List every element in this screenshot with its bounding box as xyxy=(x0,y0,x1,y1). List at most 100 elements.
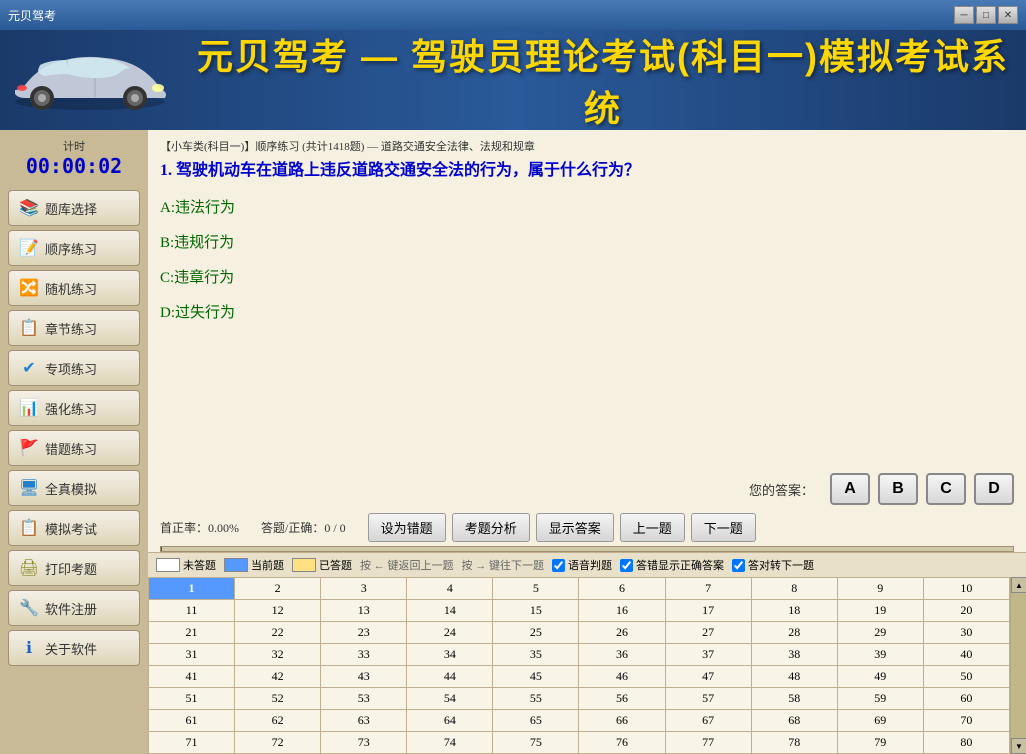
grid-cell-49[interactable]: 49 xyxy=(837,666,923,688)
voice-judge-check[interactable]: 语音判题 xyxy=(552,557,612,573)
answer-btn-a[interactable]: A xyxy=(830,473,870,505)
grid-cell-21[interactable]: 21 xyxy=(149,622,235,644)
tiku-button[interactable]: 📚 题库选择 xyxy=(8,190,140,226)
grid-cell-17[interactable]: 17 xyxy=(665,600,751,622)
answer-btn-c[interactable]: C xyxy=(926,473,966,505)
grid-cell-3[interactable]: 3 xyxy=(321,578,407,600)
grid-cell-5[interactable]: 5 xyxy=(493,578,579,600)
zhanjie-button[interactable]: 📋 章节练习 xyxy=(8,310,140,346)
grid-cell-29[interactable]: 29 xyxy=(837,622,923,644)
grid-cell-25[interactable]: 25 xyxy=(493,622,579,644)
grid-cell-75[interactable]: 75 xyxy=(493,732,579,754)
grid-cell-23[interactable]: 23 xyxy=(321,622,407,644)
show-answer-button[interactable]: 显示答案 xyxy=(536,513,614,542)
grid-cell-60[interactable]: 60 xyxy=(923,688,1009,710)
grid-cell-79[interactable]: 79 xyxy=(837,732,923,754)
grid-cell-66[interactable]: 66 xyxy=(579,710,665,732)
grid-cell-2[interactable]: 2 xyxy=(235,578,321,600)
grid-cell-45[interactable]: 45 xyxy=(493,666,579,688)
grid-cell-30[interactable]: 30 xyxy=(923,622,1009,644)
grid-cell-18[interactable]: 18 xyxy=(751,600,837,622)
grid-cell-67[interactable]: 67 xyxy=(665,710,751,732)
scroll-up-arrow[interactable]: ▲ xyxy=(1011,577,1026,593)
auto-next-checkbox[interactable] xyxy=(732,559,745,572)
voice-judge-checkbox[interactable] xyxy=(552,559,565,572)
grid-cell-56[interactable]: 56 xyxy=(579,688,665,710)
show-correct-checkbox[interactable] xyxy=(620,559,633,572)
set-error-button[interactable]: 设为错题 xyxy=(368,513,446,542)
grid-cell-47[interactable]: 47 xyxy=(665,666,751,688)
grid-cell-54[interactable]: 54 xyxy=(407,688,493,710)
auto-next-check[interactable]: 答对转下一题 xyxy=(732,557,814,573)
answer-btn-b[interactable]: B xyxy=(878,473,918,505)
grid-cell-22[interactable]: 22 xyxy=(235,622,321,644)
grid-cell-1[interactable]: 1 xyxy=(149,578,235,600)
next-question-button[interactable]: 下一题 xyxy=(691,513,756,542)
grid-cell-78[interactable]: 78 xyxy=(751,732,837,754)
suiji-button[interactable]: 🔀 随机练习 xyxy=(8,270,140,306)
grid-cell-70[interactable]: 70 xyxy=(923,710,1009,732)
grid-cell-52[interactable]: 52 xyxy=(235,688,321,710)
grid-cell-73[interactable]: 73 xyxy=(321,732,407,754)
grid-cell-8[interactable]: 8 xyxy=(751,578,837,600)
grid-cell-48[interactable]: 48 xyxy=(751,666,837,688)
grid-cell-58[interactable]: 58 xyxy=(751,688,837,710)
quantzhen-button[interactable]: 🖥 全真模拟 xyxy=(8,470,140,506)
zhuce-button[interactable]: 🔧 软件注册 xyxy=(8,590,140,626)
grid-cell-4[interactable]: 4 xyxy=(407,578,493,600)
grid-cell-42[interactable]: 42 xyxy=(235,666,321,688)
grid-cell-71[interactable]: 71 xyxy=(149,732,235,754)
grid-cell-40[interactable]: 40 xyxy=(923,644,1009,666)
grid-cell-32[interactable]: 32 xyxy=(235,644,321,666)
grid-cell-68[interactable]: 68 xyxy=(751,710,837,732)
grid-cell-64[interactable]: 64 xyxy=(407,710,493,732)
grid-cell-44[interactable]: 44 xyxy=(407,666,493,688)
grid-cell-61[interactable]: 61 xyxy=(149,710,235,732)
show-correct-check[interactable]: 答错显示正确答案 xyxy=(620,557,724,573)
grid-cell-14[interactable]: 14 xyxy=(407,600,493,622)
grid-cell-62[interactable]: 62 xyxy=(235,710,321,732)
grid-cell-13[interactable]: 13 xyxy=(321,600,407,622)
close-button[interactable]: ✕ xyxy=(998,6,1018,24)
grid-cell-10[interactable]: 10 xyxy=(923,578,1009,600)
option-b[interactable]: B:违规行为 xyxy=(160,229,1014,254)
grid-cell-59[interactable]: 59 xyxy=(837,688,923,710)
grid-cell-80[interactable]: 80 xyxy=(923,732,1009,754)
grid-cell-9[interactable]: 9 xyxy=(837,578,923,600)
grid-cell-6[interactable]: 6 xyxy=(579,578,665,600)
grid-cell-69[interactable]: 69 xyxy=(837,710,923,732)
grid-cell-53[interactable]: 53 xyxy=(321,688,407,710)
grid-cell-36[interactable]: 36 xyxy=(579,644,665,666)
analyze-button[interactable]: 考题分析 xyxy=(452,513,530,542)
zhuanxiang-button[interactable]: ✔ 专项练习 xyxy=(8,350,140,386)
grid-cell-33[interactable]: 33 xyxy=(321,644,407,666)
grid-cell-57[interactable]: 57 xyxy=(665,688,751,710)
answer-btn-d[interactable]: D xyxy=(974,473,1014,505)
option-a[interactable]: A:违法行为 xyxy=(160,194,1014,219)
grid-cell-74[interactable]: 74 xyxy=(407,732,493,754)
about-button[interactable]: ℹ 关于软件 xyxy=(8,630,140,666)
grid-cell-16[interactable]: 16 xyxy=(579,600,665,622)
grid-cell-39[interactable]: 39 xyxy=(837,644,923,666)
grid-cell-46[interactable]: 46 xyxy=(579,666,665,688)
grid-cell-7[interactable]: 7 xyxy=(665,578,751,600)
qianghua-button[interactable]: 📊 强化练习 xyxy=(8,390,140,426)
grid-cell-77[interactable]: 77 xyxy=(665,732,751,754)
grid-cell-63[interactable]: 63 xyxy=(321,710,407,732)
grid-cell-19[interactable]: 19 xyxy=(837,600,923,622)
grid-cell-76[interactable]: 76 xyxy=(579,732,665,754)
cuoti-button[interactable]: 🚩 错题练习 xyxy=(8,430,140,466)
grid-cell-34[interactable]: 34 xyxy=(407,644,493,666)
option-d[interactable]: D:过失行为 xyxy=(160,299,1014,324)
grid-cell-41[interactable]: 41 xyxy=(149,666,235,688)
grid-cell-50[interactable]: 50 xyxy=(923,666,1009,688)
grid-cell-55[interactable]: 55 xyxy=(493,688,579,710)
grid-cell-35[interactable]: 35 xyxy=(493,644,579,666)
moni-button[interactable]: 📋 模拟考试 xyxy=(8,510,140,546)
shunxu-button[interactable]: 📝 顺序练习 xyxy=(8,230,140,266)
option-c[interactable]: C:违章行为 xyxy=(160,264,1014,289)
grid-cell-20[interactable]: 20 xyxy=(923,600,1009,622)
grid-cell-28[interactable]: 28 xyxy=(751,622,837,644)
grid-cell-37[interactable]: 37 xyxy=(665,644,751,666)
grid-cell-24[interactable]: 24 xyxy=(407,622,493,644)
